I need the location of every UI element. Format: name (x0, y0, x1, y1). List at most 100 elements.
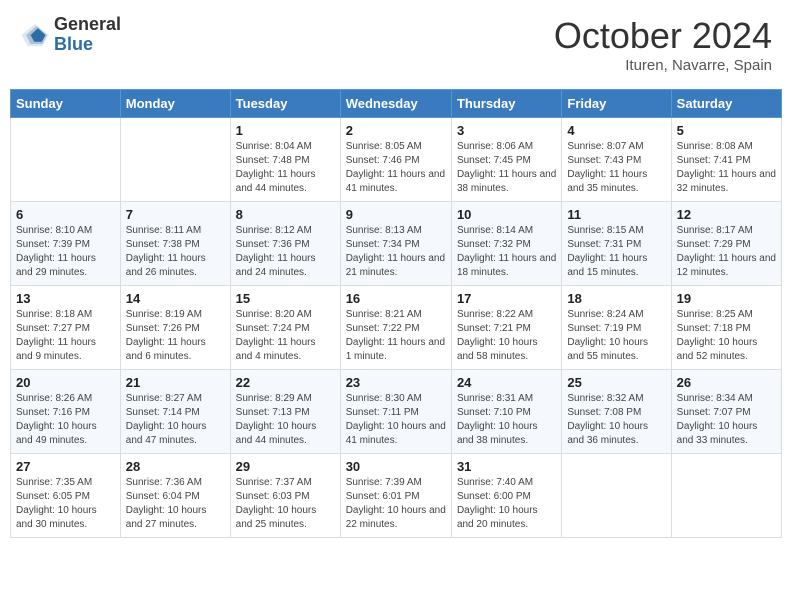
day-detail: Sunrise: 8:06 AMSunset: 7:45 PMDaylight:… (457, 140, 556, 196)
day-number: 9 (346, 207, 446, 222)
day-number: 5 (677, 123, 776, 138)
weekday-header: Thursday (451, 90, 561, 118)
logo: General Blue (20, 15, 121, 55)
day-number: 29 (236, 459, 335, 474)
day-detail: Sunrise: 8:14 AMSunset: 7:32 PMDaylight:… (457, 224, 556, 280)
calendar-cell: 6 Sunrise: 8:10 AMSunset: 7:39 PMDaylight… (11, 202, 121, 286)
weekday-header: Tuesday (230, 90, 340, 118)
day-number: 8 (236, 207, 335, 222)
month-title: October 2024 (554, 15, 772, 57)
logo-blue-text: Blue (54, 35, 121, 55)
calendar-cell: 17 Sunrise: 8:22 AMSunset: 7:21 PMDayligh… (451, 286, 561, 370)
calendar-cell: 26Sunrise: 8:34 AMSunset: 7:07 PMDayligh… (671, 370, 781, 454)
day-detail: Sunrise: 8:08 AMSunset: 7:41 PMDaylight:… (677, 140, 776, 196)
calendar-cell: 1Sunrise: 8:04 AMSunset: 7:48 PMDaylight… (230, 118, 340, 202)
day-number: 14 (126, 291, 225, 306)
calendar-cell: 12 Sunrise: 8:17 AMSunset: 7:29 PMDayligh… (671, 202, 781, 286)
weekday-header: Monday (120, 90, 230, 118)
weekday-header-row: SundayMondayTuesdayWednesdayThursdayFrid… (11, 90, 782, 118)
day-number: 3 (457, 123, 556, 138)
calendar-cell: 28 Sunrise: 7:36 AMSunset: 6:04 PMDayligh… (120, 454, 230, 538)
calendar-cell: 31Sunrise: 7:40 AMSunset: 6:00 PMDayligh… (451, 454, 561, 538)
day-number: 30 (346, 459, 446, 474)
day-number: 27 (16, 459, 115, 474)
day-detail: Sunrise: 8:19 AMSunset: 7:26 PMDaylight:… (126, 308, 225, 364)
day-number: 18 (567, 291, 665, 306)
calendar-cell: 7 Sunrise: 8:11 AMSunset: 7:38 PMDaylight… (120, 202, 230, 286)
calendar-cell: 3 Sunrise: 8:06 AMSunset: 7:45 PMDaylight… (451, 118, 561, 202)
day-detail: Sunrise: 8:22 AMSunset: 7:21 PMDaylight:… (457, 308, 556, 364)
day-number: 25 (567, 375, 665, 390)
calendar-table: SundayMondayTuesdayWednesdayThursdayFrid… (10, 89, 782, 538)
weekday-header: Saturday (671, 90, 781, 118)
calendar-cell: 18 Sunrise: 8:24 AMSunset: 7:19 PMDayligh… (562, 286, 671, 370)
calendar-week-row: 1Sunrise: 8:04 AMSunset: 7:48 PMDaylight… (11, 118, 782, 202)
day-number: 7 (126, 207, 225, 222)
day-number: 13 (16, 291, 115, 306)
day-number: 19 (677, 291, 776, 306)
day-detail: Sunrise: 8:29 AMSunset: 7:13 PMDaylight:… (236, 392, 335, 448)
calendar-cell: 13 Sunrise: 8:18 AMSunset: 7:27 PMDayligh… (11, 286, 121, 370)
day-number: 11 (567, 207, 665, 222)
calendar-cell: 10 Sunrise: 8:14 AMSunset: 7:32 PMDayligh… (451, 202, 561, 286)
day-detail: Sunrise: 7:35 AMSunset: 6:05 PMDaylight:… (16, 476, 115, 532)
calendar-cell: 30 Sunrise: 7:39 AMSunset: 6:01 PMDayligh… (340, 454, 451, 538)
calendar-week-row: 6 Sunrise: 8:10 AMSunset: 7:39 PMDaylight… (11, 202, 782, 286)
calendar-cell: 9 Sunrise: 8:13 AMSunset: 7:34 PMDaylight… (340, 202, 451, 286)
day-detail: Sunrise: 8:10 AMSunset: 7:39 PMDaylight:… (16, 224, 115, 280)
calendar-cell: 27 Sunrise: 7:35 AMSunset: 6:05 PMDayligh… (11, 454, 121, 538)
day-detail: Sunrise: 7:39 AMSunset: 6:01 PMDaylight:… (346, 476, 446, 532)
day-number: 28 (126, 459, 225, 474)
day-detail: Sunrise: 8:34 AMSunset: 7:07 PMDaylight:… (677, 392, 776, 448)
calendar-cell: 25 Sunrise: 8:32 AMSunset: 7:08 PMDayligh… (562, 370, 671, 454)
calendar-cell: 16 Sunrise: 8:21 AMSunset: 7:22 PMDayligh… (340, 286, 451, 370)
day-number: 10 (457, 207, 556, 222)
day-detail: Sunrise: 8:21 AMSunset: 7:22 PMDaylight:… (346, 308, 446, 364)
calendar-cell: 24 Sunrise: 8:31 AMSunset: 7:10 PMDayligh… (451, 370, 561, 454)
weekday-header: Sunday (11, 90, 121, 118)
day-number: 6 (16, 207, 115, 222)
day-detail: Sunrise: 8:11 AMSunset: 7:38 PMDaylight:… (126, 224, 225, 280)
day-number: 24 (457, 375, 556, 390)
day-number: 17 (457, 291, 556, 306)
day-detail: Sunrise: 8:07 AMSunset: 7:43 PMDaylight:… (567, 140, 665, 196)
day-number: 12 (677, 207, 776, 222)
calendar-cell: 22Sunrise: 8:29 AMSunset: 7:13 PMDayligh… (230, 370, 340, 454)
day-number: 20 (16, 375, 115, 390)
day-detail: Sunrise: 8:18 AMSunset: 7:27 PMDaylight:… (16, 308, 115, 364)
day-detail: Sunrise: 8:25 AMSunset: 7:18 PMDaylight:… (677, 308, 776, 364)
day-detail: Sunrise: 8:15 AMSunset: 7:31 PMDaylight:… (567, 224, 665, 280)
calendar-cell: 4 Sunrise: 8:07 AMSunset: 7:43 PMDaylight… (562, 118, 671, 202)
calendar-cell: 8 Sunrise: 8:12 AMSunset: 7:36 PMDaylight… (230, 202, 340, 286)
day-detail: Sunrise: 8:13 AMSunset: 7:34 PMDaylight:… (346, 224, 446, 280)
day-detail: Sunrise: 8:26 AMSunset: 7:16 PMDaylight:… (16, 392, 115, 448)
day-detail: Sunrise: 7:36 AMSunset: 6:04 PMDaylight:… (126, 476, 225, 532)
day-number: 31 (457, 459, 556, 474)
calendar-week-row: 13 Sunrise: 8:18 AMSunset: 7:27 PMDayligh… (11, 286, 782, 370)
day-detail: Sunrise: 8:04 AMSunset: 7:48 PMDaylight:… (236, 140, 335, 196)
calendar-cell (120, 118, 230, 202)
title-area: October 2024 Ituren, Navarre, Spain (554, 15, 772, 74)
day-number: 23 (346, 375, 446, 390)
day-detail: Sunrise: 8:24 AMSunset: 7:19 PMDaylight:… (567, 308, 665, 364)
header: General Blue October 2024 Ituren, Navarr… (10, 10, 782, 79)
day-number: 16 (346, 291, 446, 306)
day-detail: Sunrise: 8:32 AMSunset: 7:08 PMDaylight:… (567, 392, 665, 448)
day-detail: Sunrise: 8:27 AMSunset: 7:14 PMDaylight:… (126, 392, 225, 448)
day-detail: Sunrise: 8:17 AMSunset: 7:29 PMDaylight:… (677, 224, 776, 280)
logo-general-text: General (54, 15, 121, 35)
calendar-week-row: 20 Sunrise: 8:26 AMSunset: 7:16 PMDayligh… (11, 370, 782, 454)
day-detail: Sunrise: 8:20 AMSunset: 7:24 PMDaylight:… (236, 308, 335, 364)
day-detail: Sunrise: 8:05 AMSunset: 7:46 PMDaylight:… (346, 140, 446, 196)
day-detail: Sunrise: 7:37 AMSunset: 6:03 PMDaylight:… (236, 476, 335, 532)
calendar-cell: 11 Sunrise: 8:15 AMSunset: 7:31 PMDayligh… (562, 202, 671, 286)
logo-icon (20, 20, 50, 50)
day-detail: Sunrise: 8:12 AMSunset: 7:36 PMDaylight:… (236, 224, 335, 280)
day-number: 4 (567, 123, 665, 138)
day-detail: Sunrise: 8:31 AMSunset: 7:10 PMDaylight:… (457, 392, 556, 448)
calendar-week-row: 27 Sunrise: 7:35 AMSunset: 6:05 PMDayligh… (11, 454, 782, 538)
calendar-cell: 14 Sunrise: 8:19 AMSunset: 7:26 PMDayligh… (120, 286, 230, 370)
calendar-cell: 15Sunrise: 8:20 AMSunset: 7:24 PMDayligh… (230, 286, 340, 370)
calendar-cell (562, 454, 671, 538)
weekday-header: Friday (562, 90, 671, 118)
